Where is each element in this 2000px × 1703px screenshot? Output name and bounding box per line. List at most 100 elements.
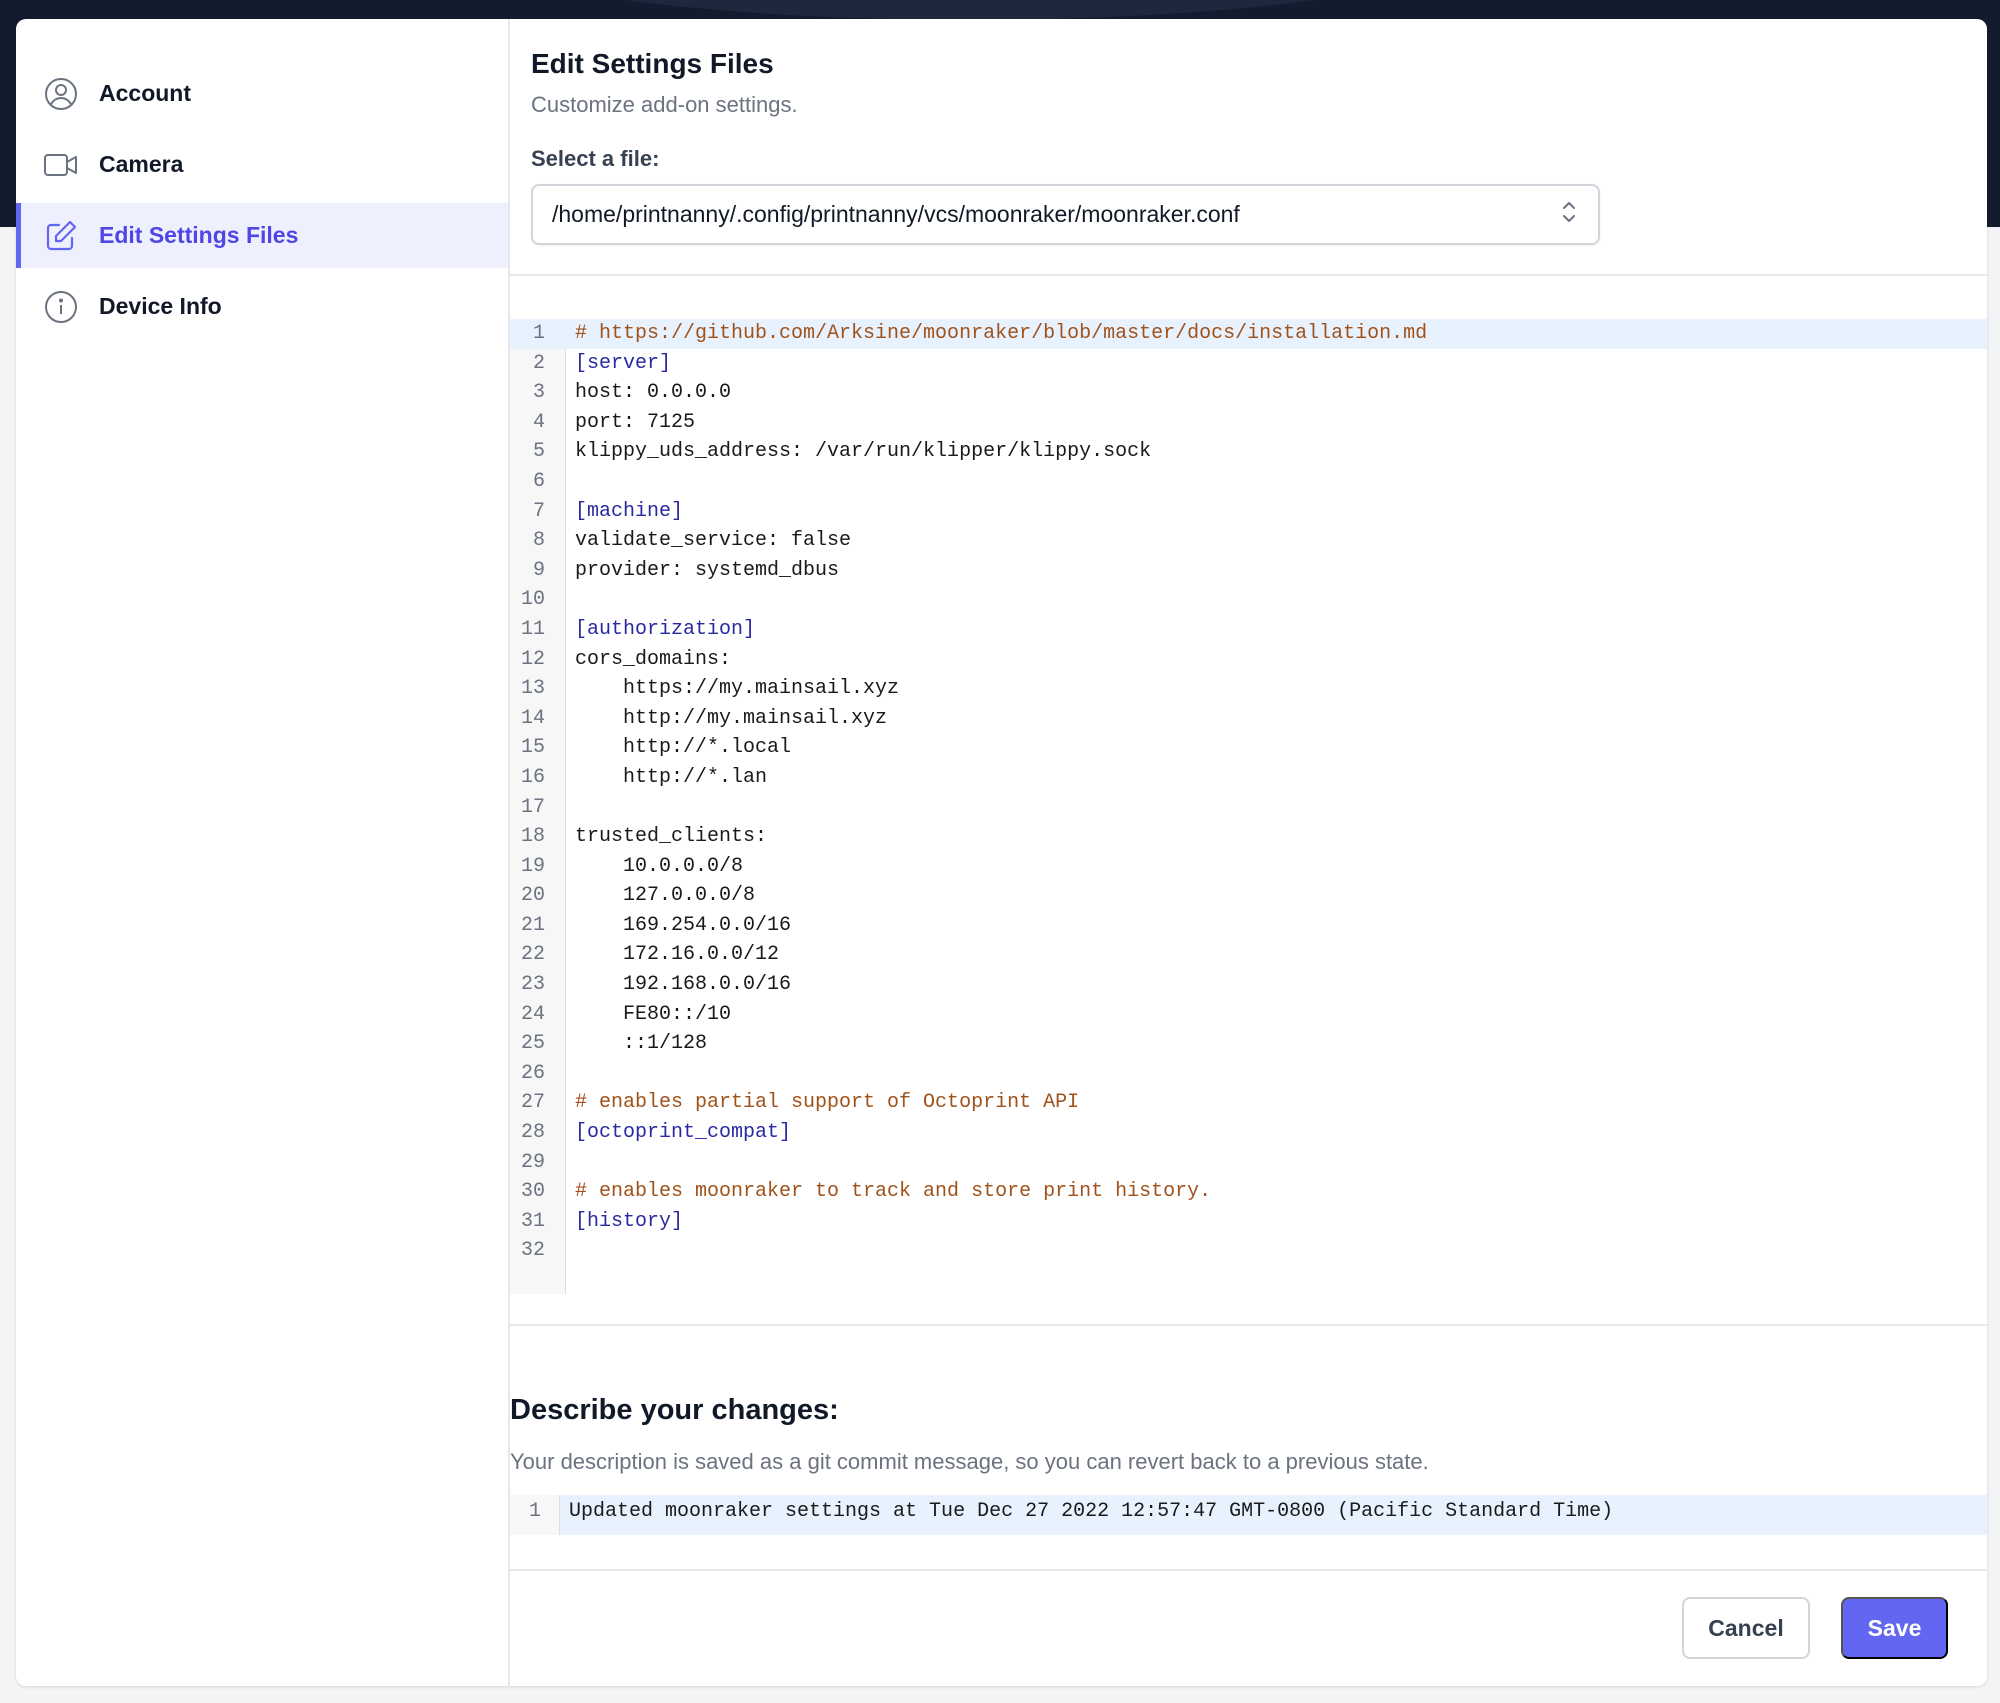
line-number: 14 xyxy=(520,706,545,730)
code-line: 8 validate_service: false xyxy=(510,526,1987,556)
code-line-text: 172.16.0.0/12 xyxy=(575,943,780,967)
divider xyxy=(510,1569,1987,1571)
header-section: Edit Settings Files Customize add-on set… xyxy=(510,19,1987,276)
cancel-button[interactable]: Cancel xyxy=(1682,1597,1810,1659)
divider xyxy=(510,1324,1987,1326)
code-line: 11 [authorization] xyxy=(510,615,1987,645)
sidebar-item-camera[interactable]: Camera xyxy=(16,132,508,197)
line-number: 6 xyxy=(532,469,545,493)
code-line-text: ::1/128 xyxy=(575,1032,708,1056)
code-line-text: [history] xyxy=(575,1209,684,1233)
sidebar-item-label: Device Info xyxy=(99,293,222,319)
code-line: 19 10.0.0.0/8 xyxy=(510,852,1987,882)
code-line-text: 10.0.0.0/8 xyxy=(575,854,744,878)
sidebar-item-account[interactable]: Account xyxy=(16,61,508,126)
code-line-text: FE80::/10 xyxy=(575,1002,732,1026)
code-line-text: http://*.local xyxy=(575,736,792,760)
line-number: 21 xyxy=(520,913,545,937)
line-number: 28 xyxy=(520,1121,545,1145)
line-number: 32 xyxy=(520,1239,545,1263)
commit-message-editor[interactable]: 1 Updated moonraker settings at Tue Dec … xyxy=(510,1495,1987,1535)
main-content: Edit Settings Files Customize add-on set… xyxy=(510,19,1987,1686)
line-number: 13 xyxy=(520,677,545,701)
code-line: 9 provider: systemd_dbus xyxy=(510,556,1987,586)
code-line-text: http://my.mainsail.xyz xyxy=(575,706,888,730)
user-circle-icon xyxy=(43,76,79,112)
line-number: 1 xyxy=(510,1495,560,1535)
sidebar-item-label: Edit Settings Files xyxy=(99,222,299,248)
code-line: 7 [machine] xyxy=(510,497,1987,527)
code-line-text: port: 7125 xyxy=(575,410,696,434)
line-number: 10 xyxy=(520,588,545,612)
page-subtitle: Customize add-on settings. xyxy=(531,92,798,117)
code-line-text: klippy_uds_address: /var/run/klipper/kli… xyxy=(575,440,1152,464)
file-select[interactable]: /home/printnanny/.config/printnanny/vcs/… xyxy=(531,184,1600,245)
line-number: 7 xyxy=(532,499,545,523)
code-line: 10 xyxy=(510,585,1987,615)
line-number: 11 xyxy=(520,617,545,641)
commit-message-text: Updated moonraker settings at Tue Dec 27… xyxy=(569,1500,1614,1523)
code-line-text: https://my.mainsail.xyz xyxy=(575,677,900,701)
sidebar-item-edit-settings-files[interactable]: Edit Settings Files xyxy=(16,203,508,268)
code-line: 21 169.254.0.0/16 xyxy=(510,911,1987,941)
describe-changes-subtitle: Your description is saved as a git commi… xyxy=(510,1449,1429,1474)
code-line-text: # https://github.com/Arksine/moonraker/b… xyxy=(575,322,1428,345)
code-line: 1 # https://github.com/Arksine/moonraker/… xyxy=(510,319,1987,349)
code-editor[interactable]: 1 # https://github.com/Arksine/moonraker/… xyxy=(510,319,1987,1294)
page-title: Edit Settings Files xyxy=(531,48,774,79)
line-number: 17 xyxy=(520,795,545,819)
code-line: 31 [history] xyxy=(510,1207,1987,1237)
save-button[interactable]: Save xyxy=(1841,1597,1948,1659)
code-line: 6 xyxy=(510,467,1987,497)
sidebar-item-label: Camera xyxy=(99,151,184,177)
code-line: 26 xyxy=(510,1059,1987,1089)
chevron-up-down-icon xyxy=(1558,196,1580,234)
line-number: 19 xyxy=(520,854,545,878)
code-line-text: validate_service: false xyxy=(575,529,852,553)
line-number: 4 xyxy=(532,410,545,434)
code-line: 27 # enables partial support of Octoprint… xyxy=(510,1088,1987,1118)
sidebar: Account Camera Edit Settings Files Devic… xyxy=(16,19,510,1686)
info-circle-icon xyxy=(43,289,79,325)
code-line-text: [server] xyxy=(575,351,672,375)
code-line: 3 host: 0.0.0.0 xyxy=(510,378,1987,408)
code-line: 20 127.0.0.0/8 xyxy=(510,881,1987,911)
line-number: 25 xyxy=(520,1032,545,1056)
line-number: 3 xyxy=(532,381,545,405)
line-number: 9 xyxy=(532,558,545,582)
file-select-value: /home/printnanny/.config/printnanny/vcs/… xyxy=(552,201,1240,227)
code-line-text: 169.254.0.0/16 xyxy=(575,913,792,937)
pencil-square-icon xyxy=(43,218,79,254)
code-line: 29 xyxy=(510,1148,1987,1178)
line-number: 27 xyxy=(520,1091,545,1115)
line-number: 5 xyxy=(532,440,545,464)
code-line: 24 FE80::/10 xyxy=(510,1000,1987,1030)
settings-panel: Account Camera Edit Settings Files Devic… xyxy=(16,19,1987,1686)
describe-changes-title: Describe your changes: xyxy=(510,1394,839,1426)
code-line: 14 http://my.mainsail.xyz xyxy=(510,704,1987,734)
select-file-label: Select a file: xyxy=(531,146,660,171)
code-line: 13 https://my.mainsail.xyz xyxy=(510,674,1987,704)
code-line: 17 xyxy=(510,793,1987,823)
code-line-text: [machine] xyxy=(575,499,684,523)
line-number: 15 xyxy=(520,736,545,760)
line-number: 30 xyxy=(520,1180,545,1204)
code-line-text: [octoprint_compat] xyxy=(575,1121,792,1145)
code-line: 30 # enables moonraker to track and store… xyxy=(510,1177,1987,1207)
code-line: 4 port: 7125 xyxy=(510,408,1987,438)
code-line: 12 cors_domains: xyxy=(510,645,1987,675)
code-line-text: # enables moonraker to track and store p… xyxy=(575,1180,1212,1204)
code-line: 32 xyxy=(510,1236,1987,1266)
line-number: 2 xyxy=(532,351,545,375)
line-number: 16 xyxy=(520,765,545,789)
sidebar-item-label: Account xyxy=(99,80,191,106)
line-number: 12 xyxy=(520,647,545,671)
sidebar-item-device-info[interactable]: Device Info xyxy=(16,274,508,339)
line-number: 29 xyxy=(520,1150,545,1174)
